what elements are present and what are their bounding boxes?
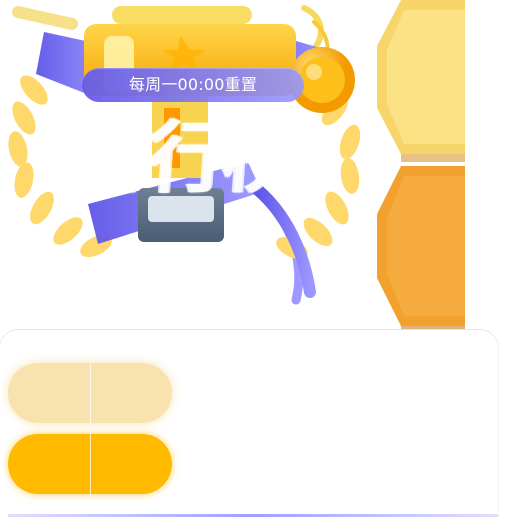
segment-divider (90, 363, 91, 423)
leaderboard-panel (0, 330, 498, 517)
side-tab-stack (377, 0, 465, 330)
tab-selector-active[interactable] (8, 434, 172, 494)
reset-text: 每周一00:00重置 (128, 75, 258, 94)
segment-divider (90, 434, 91, 494)
tab-selector-inactive[interactable] (8, 363, 172, 423)
hexagon-tab-icon[interactable] (377, 166, 465, 330)
leaderboard-screen: 每周一00:00重置 排行榜 (0, 0, 513, 517)
hexagon-tab-icon[interactable] (377, 0, 465, 162)
reset-notice: 每周一00:00重置 (82, 68, 304, 102)
page-title: 排行榜 (70, 114, 302, 204)
